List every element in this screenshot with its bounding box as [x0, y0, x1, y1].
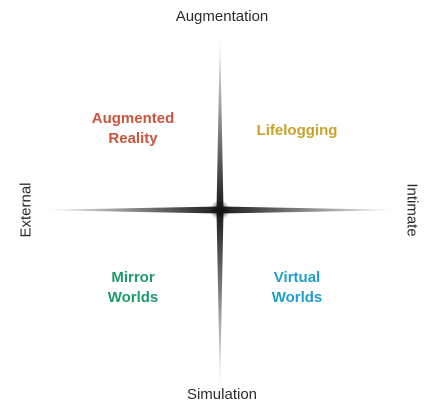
quadrant-lifelogging: Lifelogging	[256, 122, 338, 139]
quadrant-virtual-worlds: Virtual Worlds	[271, 269, 323, 306]
axis-label-external: External	[17, 182, 35, 238]
axis-center	[210, 200, 230, 220]
quadrant-mirror-worlds: Mirror Worlds	[107, 269, 159, 306]
axis-label-simulation: Simulation	[186, 386, 258, 403]
quadrant-diagram: Augmentation Simulation External Intimat…	[0, 0, 444, 414]
axes	[40, 30, 400, 392]
axis-label-augmentation: Augmentation	[175, 8, 269, 25]
axis-label-intimate: Intimate	[403, 183, 421, 237]
quadrant-augmented-reality: Augmented Reality	[91, 110, 175, 147]
